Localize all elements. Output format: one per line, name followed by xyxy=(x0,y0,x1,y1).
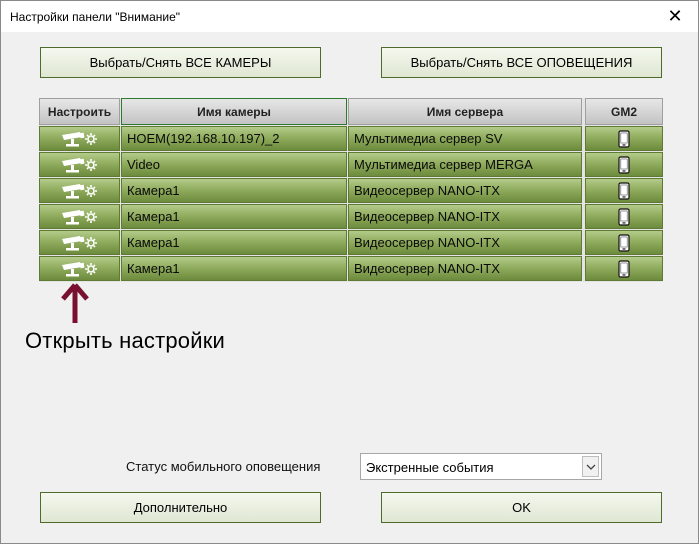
camera-settings-icon[interactable] xyxy=(60,260,100,278)
ok-button-label: OK xyxy=(512,500,531,515)
server-name-cell[interactable]: Видеосервер NANO-ITX xyxy=(348,256,582,281)
mobile-phone-icon[interactable] xyxy=(618,207,630,226)
mobile-status-select[interactable]: Экстренные события xyxy=(360,453,602,480)
server-name-cell[interactable]: Мультимедиа сервер MERGA xyxy=(348,152,582,177)
camera-name: Камера1 xyxy=(127,235,180,250)
server-name-cell[interactable]: Видеосервер NANO-ITX xyxy=(348,204,582,229)
camera-name-cell[interactable]: Камера1 xyxy=(121,256,347,281)
gm2-cell[interactable] xyxy=(585,256,663,281)
column-header-gm2[interactable]: GM2 xyxy=(585,98,663,125)
arrow-up-icon xyxy=(61,283,89,323)
table-row[interactable]: Камера1 Видеосервер NANO-ITX xyxy=(39,204,663,229)
select-all-alerts-button[interactable]: Выбрать/Снять ВСЕ ОПОВЕЩЕНИЯ xyxy=(381,47,662,78)
camera-name-cell[interactable]: HOEM(192.168.10.197)_2 xyxy=(121,126,347,151)
column-header-camera-label: Имя камеры xyxy=(197,104,271,119)
mobile-status-value: Экстренные события xyxy=(366,460,494,475)
camera-name: HOEM(192.168.10.197)_2 xyxy=(127,131,280,146)
mobile-phone-icon[interactable] xyxy=(618,259,630,278)
camera-settings-icon[interactable] xyxy=(60,182,100,200)
camera-name-cell[interactable]: Video xyxy=(121,152,347,177)
close-button[interactable]: ✕ xyxy=(652,1,698,32)
camera-name: Камера1 xyxy=(127,183,180,198)
camera-name: Камера1 xyxy=(127,209,180,224)
server-name: Видеосервер NANO-ITX xyxy=(354,235,500,250)
camera-name: Камера1 xyxy=(127,261,180,276)
ok-button[interactable]: OK xyxy=(381,492,662,523)
dropdown-arrow-button[interactable] xyxy=(582,456,599,477)
camera-settings-icon[interactable] xyxy=(60,130,100,148)
close-icon: ✕ xyxy=(667,6,683,26)
mobile-phone-icon[interactable] xyxy=(618,233,630,252)
camera-name: Video xyxy=(127,157,161,172)
settings-cell[interactable] xyxy=(39,204,120,229)
server-name-cell[interactable]: Мультимедиа сервер SV xyxy=(348,126,582,151)
mobile-status-label: Статус мобильного оповещения xyxy=(126,459,321,474)
table-row[interactable]: Video Мультимедиа сервер MERGA xyxy=(39,152,663,177)
table-row[interactable]: Камера1 Видеосервер NANO-ITX xyxy=(39,230,663,255)
gm2-cell[interactable] xyxy=(585,204,663,229)
server-name: Мультимедиа сервер MERGA xyxy=(354,157,533,172)
more-button-label: Дополнительно xyxy=(133,500,228,515)
more-button[interactable]: Дополнительно xyxy=(40,492,321,523)
settings-cell[interactable] xyxy=(39,256,120,281)
camera-settings-icon[interactable] xyxy=(60,208,100,226)
cameras-table: Настроить Имя камеры Имя сервера GM2 HOE… xyxy=(39,98,663,282)
gm2-cell[interactable] xyxy=(585,230,663,255)
mobile-phone-icon[interactable] xyxy=(618,155,630,174)
annotation-text: Открыть настройки xyxy=(25,328,226,353)
mobile-phone-icon[interactable] xyxy=(618,181,630,200)
server-name: Мультимедиа сервер SV xyxy=(354,131,503,146)
column-header-settings-label: Настроить xyxy=(47,104,112,119)
server-name-cell[interactable]: Видеосервер NANO-ITX xyxy=(348,178,582,203)
window-title: Настройки панели "Внимание" xyxy=(10,10,181,24)
settings-cell[interactable] xyxy=(39,152,120,177)
gm2-cell[interactable] xyxy=(585,152,663,177)
mobile-phone-icon[interactable] xyxy=(618,129,630,148)
camera-name-cell[interactable]: Камера1 xyxy=(121,230,347,255)
gm2-cell[interactable] xyxy=(585,178,663,203)
gm2-cell[interactable] xyxy=(585,126,663,151)
title-bar: Настройки панели "Внимание" ✕ xyxy=(1,1,698,32)
select-all-alerts-label: Выбрать/Снять ВСЕ ОПОВЕЩЕНИЯ xyxy=(410,55,633,70)
camera-name-cell[interactable]: Камера1 xyxy=(121,178,347,203)
column-header-gm2-label: GM2 xyxy=(610,104,637,119)
settings-cell[interactable] xyxy=(39,126,120,151)
server-name: Видеосервер NANO-ITX xyxy=(354,183,500,198)
chevron-down-icon xyxy=(586,464,595,470)
camera-settings-icon[interactable] xyxy=(60,156,100,174)
camera-name-cell[interactable]: Камера1 xyxy=(121,204,347,229)
server-name-cell[interactable]: Видеосервер NANO-ITX xyxy=(348,230,582,255)
settings-cell[interactable] xyxy=(39,230,120,255)
server-name: Видеосервер NANO-ITX xyxy=(354,261,500,276)
table-row[interactable]: Камера1 Видеосервер NANO-ITX xyxy=(39,256,663,281)
column-header-server-label: Имя сервера xyxy=(426,104,504,119)
column-header-settings[interactable]: Настроить xyxy=(39,98,120,125)
table-row[interactable]: Камера1 Видеосервер NANO-ITX xyxy=(39,178,663,203)
select-all-cameras-label: Выбрать/Снять ВСЕ КАМЕРЫ xyxy=(89,55,272,70)
dialog-window: Настройки панели "Внимание" ✕ Выбрать/Сн… xyxy=(0,0,699,544)
column-header-server[interactable]: Имя сервера xyxy=(348,98,582,125)
camera-settings-icon[interactable] xyxy=(60,234,100,252)
server-name: Видеосервер NANO-ITX xyxy=(354,209,500,224)
column-header-camera[interactable]: Имя камеры xyxy=(121,98,347,125)
table-row[interactable]: HOEM(192.168.10.197)_2 Мультимедиа сервер… xyxy=(39,126,663,151)
settings-cell[interactable] xyxy=(39,178,120,203)
select-all-cameras-button[interactable]: Выбрать/Снять ВСЕ КАМЕРЫ xyxy=(40,47,321,78)
